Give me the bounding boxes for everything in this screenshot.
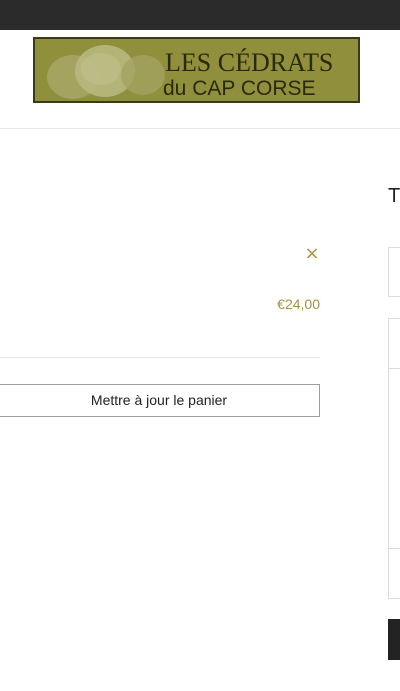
totals-table-divider [389, 368, 400, 369]
totals-table-divider [389, 548, 400, 549]
site-logo[interactable]: LES CÉDRATS du CAP CORSE [33, 37, 360, 103]
site-header: LES CÉDRATS du CAP CORSE [0, 30, 400, 129]
cart-divider [0, 357, 320, 358]
logo-text-line2: du CAP CORSE [163, 77, 316, 100]
top-bar [0, 0, 400, 30]
update-cart-button[interactable]: Mettre à jour le panier [0, 384, 320, 417]
coupon-box[interactable] [388, 247, 400, 297]
totals-table [388, 318, 400, 599]
item-price: €24,00 [277, 296, 320, 312]
checkout-button[interactable] [388, 619, 400, 660]
cart-totals-title: T [388, 185, 400, 207]
remove-item-icon[interactable]: × [304, 245, 320, 263]
logo-text-line1: LES CÉDRATS [165, 48, 333, 77]
